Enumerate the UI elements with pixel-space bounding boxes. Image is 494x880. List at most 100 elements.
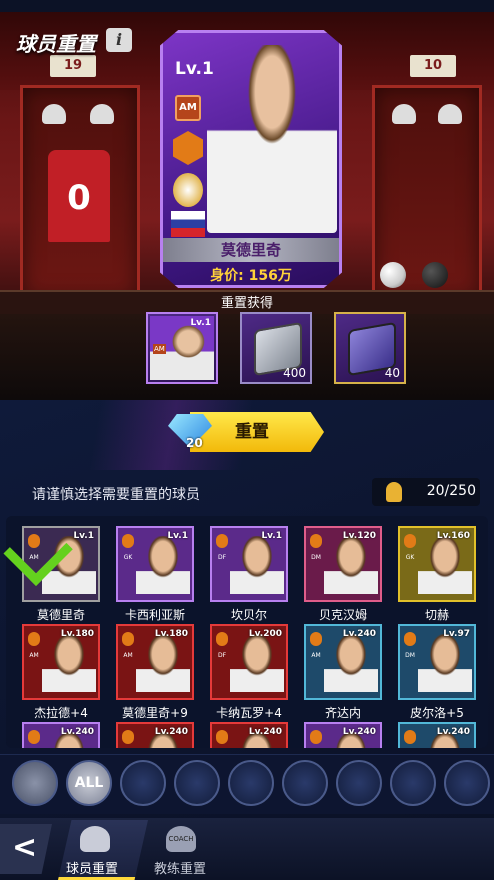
filter-laliga-icon[interactable] [174,760,220,806]
player-level: Lv.1 [261,531,282,541]
badge-icon [216,632,228,646]
reset-cost: 20 [186,436,203,450]
reward-silver-book[interactable]: 400 [240,312,312,384]
filter-chevron-up-icon[interactable] [12,760,58,806]
trophy-icon [173,131,203,165]
coach-icon: COACH [166,826,196,852]
reward-player-card[interactable]: Lv.1 AM [146,312,218,384]
badge-icon [404,632,416,646]
badge-icon [122,632,134,646]
player-card[interactable]: Lv.240F [304,722,382,748]
club-crest-icon [173,173,203,207]
filter-ring-icon[interactable] [444,760,490,806]
player-name: 贝克汉姆 [318,608,367,622]
reward-count: 40 [384,366,400,380]
info-button[interactable]: i [106,28,132,52]
page-title: 球员重置 [16,32,96,56]
helmet-icon [90,104,114,124]
player-face [42,634,96,692]
player-card[interactable]: Lv.97 DM [398,624,476,700]
player-name: 坎贝尔 [230,608,267,622]
card-player-name: 莫德里奇 [163,238,339,262]
player-photo [207,45,337,233]
player-position: AM [123,652,133,659]
player-level: Lv.200 [248,629,282,639]
player-counter: 20/250 [372,478,480,506]
player-card[interactable]: Lv.240 [210,722,288,748]
reward-label: 重置获得 [220,296,273,311]
card-position-badge: AM [175,95,201,121]
badge-icon [310,730,322,744]
player-level: Lv.240 [436,727,470,737]
player-level: Lv.120 [342,531,376,541]
player-position: AM [29,652,39,659]
helmet-icon [438,104,462,124]
top-bar [0,0,494,12]
card-price: 身价: 156万 [210,268,292,284]
badge-icon [310,632,322,646]
player-face [418,634,472,692]
player-position: DF [217,554,227,561]
helmet-icon [42,104,66,124]
player-face [324,536,378,594]
player-reset-icon [80,826,110,852]
player-card[interactable]: Lv.1 DF [210,526,288,602]
player-face [324,634,378,692]
player-name: 卡纳瓦罗+4 [216,706,282,720]
player-level: Lv.180 [60,629,94,639]
reward-purple-book[interactable]: 40 [334,312,406,384]
player-card[interactable]: Lv.240 [116,722,194,748]
player-card[interactable]: Lv.120 DM [304,526,382,602]
player-card[interactable]: Lv.180 AM [116,624,194,700]
player-card[interactable]: Lv.1 GK [116,526,194,602]
player-position: DM [405,652,415,659]
badge-icon [310,534,322,548]
player-level: Lv.240 [342,629,376,639]
player-card[interactable]: Lv.180 AM [22,624,100,700]
player-card[interactable]: Lv.240 AM [304,624,382,700]
reset-button[interactable]: 重置 [190,412,324,452]
tab-coach-reset[interactable]: 教练重置 [154,858,206,877]
filter-p-league-icon[interactable] [336,760,382,806]
badge-icon [216,730,228,744]
tab-player-reset-label: 球员重置 [66,862,119,877]
player-name: 杰拉德+4 [34,706,88,720]
player-level: Lv.240 [154,727,188,737]
player-card[interactable]: Lv.240 [22,722,100,748]
player-level: Lv.1 [167,531,188,541]
player-name: 卡西利亚斯 [124,608,185,622]
person-icon [386,482,402,502]
player-level: Lv.240 [60,727,94,737]
player-face [136,536,190,594]
selection-warning: 请谨慎选择需要重置的球员 [32,487,200,503]
badge-icon [28,730,40,744]
player-name: 莫德里奇+9 [122,706,188,720]
badge-icon [216,534,228,548]
filter-f-league-icon[interactable] [282,760,328,806]
filter-all-filter[interactable]: ALL [66,760,112,806]
player-card[interactable]: Lv.240 [398,722,476,748]
player-position: AM [311,652,321,659]
player-face [230,536,284,594]
player-card[interactable]: Lv.160 GK [398,526,476,602]
mini-player-card: Lv.1 AM [150,316,214,380]
football-icon [422,262,448,288]
player-position: GK [123,554,133,561]
player-name: 皮尔洛+5 [410,706,464,720]
player-card[interactable]: Lv.200 DF [210,624,288,700]
player-name: 切赫 [424,608,449,622]
badge-icon [404,534,416,548]
badge-icon [122,730,134,744]
red-jersey: 0 [48,150,110,242]
filter-serie-a-icon[interactable] [228,760,274,806]
player-grid[interactable]: Lv.1 AM 莫德里奇 Lv.1 GK 卡西利亚斯 Lv.1 DF 坎贝尔 Lv.120 DM 贝克… [6,516,488,748]
filter-trophy-icon[interactable] [390,760,436,806]
player-count: 20/250 [426,483,476,499]
mini-card-position: AM [153,344,166,354]
filter-premier-league-icon[interactable] [120,760,166,806]
player-face [418,536,472,594]
player-name: 齐达内 [324,706,361,720]
player-face [136,634,190,692]
reward-count: 400 [283,366,306,380]
player-level: Lv.160 [436,531,470,541]
